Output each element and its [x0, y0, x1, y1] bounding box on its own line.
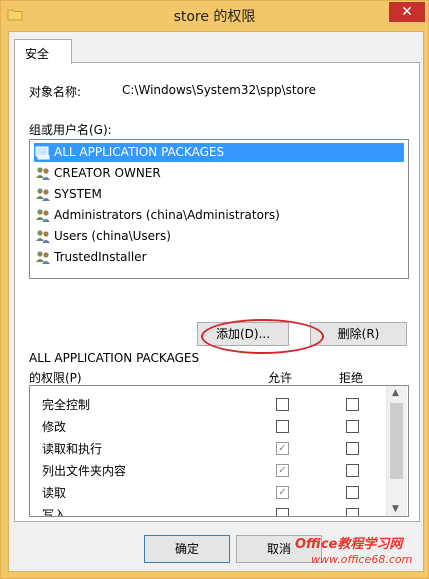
allow-column-header: 允许 [268, 371, 293, 385]
deny-checkbox[interactable] [346, 464, 359, 477]
package-icon [35, 145, 51, 160]
dialog-client: 安全 对象名称: C:\Windows\System32\spp\store 组… [8, 31, 424, 572]
permissions-list[interactable]: 完全控制 修改 读取和执行 ✓ 列出文件夹内容 ✓ 读取 ✓ 写入 ▲ ▼ [29, 385, 409, 517]
users-icon [35, 229, 51, 244]
allow-checkbox[interactable]: ✓ [276, 464, 289, 477]
list-item[interactable]: Users (china\Users) [34, 227, 404, 246]
tab-security[interactable]: 安全 [14, 39, 72, 64]
watermark-logo: Office教程学习网 www.office68.com [291, 531, 429, 579]
list-item-label: Users (china\Users) [54, 229, 171, 243]
vertical-scrollbar[interactable]: ▲ ▼ [386, 386, 407, 516]
permission-row: 写入 [30, 503, 385, 517]
users-icon [35, 187, 51, 202]
deny-column-header: 拒绝 [339, 371, 364, 385]
list-item[interactable]: ALL APPLICATION PACKAGES [34, 143, 404, 162]
groups-listbox[interactable]: ALL APPLICATION PACKAGES CREATOR OWNER S… [29, 139, 409, 279]
list-item[interactable]: Administrators (china\Administrators) [34, 206, 404, 225]
close-icon: ✕ [401, 4, 413, 20]
permission-row: 读取 ✓ [30, 481, 385, 503]
permission-row: 完全控制 [30, 393, 385, 415]
list-item-label: Administrators (china\Administrators) [54, 208, 280, 222]
allow-checkbox[interactable]: ✓ [276, 442, 289, 455]
object-name-label: 对象名称: [29, 85, 82, 99]
list-item[interactable]: TrustedInstaller [34, 248, 404, 267]
permission-row: 修改 [30, 415, 385, 437]
permissions-heading-sub: 的权限(P) [29, 371, 82, 385]
title-bar[interactable]: store 的权限 ✕ [1, 1, 428, 31]
permissions-window: store 的权限 ✕ 安全 对象名称: C:\Windows\System32… [0, 0, 429, 579]
permission-name: 读取 [42, 486, 67, 500]
security-panel: 对象名称: C:\Windows\System32\spp\store 组或用户… [14, 62, 420, 522]
scroll-thumb[interactable] [390, 403, 403, 479]
list-item-label: TrustedInstaller [54, 250, 147, 264]
deny-checkbox[interactable] [346, 420, 359, 433]
deny-checkbox[interactable] [346, 398, 359, 411]
ok-button[interactable]: 确定 [144, 535, 230, 563]
permission-name: 列出文件夹内容 [42, 464, 127, 478]
deny-checkbox[interactable] [346, 508, 359, 516]
allow-checkbox[interactable] [276, 398, 289, 411]
permissions-heading: ALL APPLICATION PACKAGES [29, 351, 200, 365]
scroll-up-icon[interactable]: ▲ [392, 388, 399, 398]
allow-checkbox[interactable]: ✓ [276, 486, 289, 499]
deny-checkbox[interactable] [346, 486, 359, 499]
highlight-annotation [201, 319, 324, 354]
allow-checkbox[interactable] [276, 508, 289, 516]
list-item-label: CREATOR OWNER [54, 166, 161, 180]
scroll-down-icon[interactable]: ▼ [392, 504, 399, 514]
permission-row: 列出文件夹内容 ✓ [30, 459, 385, 481]
permission-name: 写入 [42, 508, 67, 517]
list-item[interactable]: SYSTEM [34, 185, 404, 204]
permission-name: 修改 [42, 420, 67, 434]
deny-checkbox[interactable] [346, 442, 359, 455]
list-item-label: ALL APPLICATION PACKAGES [54, 145, 225, 159]
permission-name: 完全控制 [42, 398, 91, 412]
tab-label: 安全 [25, 47, 50, 61]
watermark-title: Office教程学习网 [295, 537, 403, 552]
allow-checkbox[interactable] [276, 420, 289, 433]
users-icon [35, 208, 51, 223]
groups-label: 组或用户名(G): [29, 123, 112, 137]
close-button[interactable]: ✕ [389, 2, 425, 22]
users-icon [35, 166, 51, 181]
watermark-url: www.office68.com [311, 553, 413, 566]
permission-row: 读取和执行 ✓ [30, 437, 385, 459]
list-item[interactable]: CREATOR OWNER [34, 164, 404, 183]
object-name-value: C:\Windows\System32\spp\store [122, 83, 317, 97]
list-item-label: SYSTEM [54, 187, 102, 201]
users-icon [35, 250, 51, 265]
permission-name: 读取和执行 [42, 442, 103, 456]
remove-button[interactable]: 删除(R) [310, 322, 407, 346]
window-title: store 的权限 [173, 9, 256, 25]
